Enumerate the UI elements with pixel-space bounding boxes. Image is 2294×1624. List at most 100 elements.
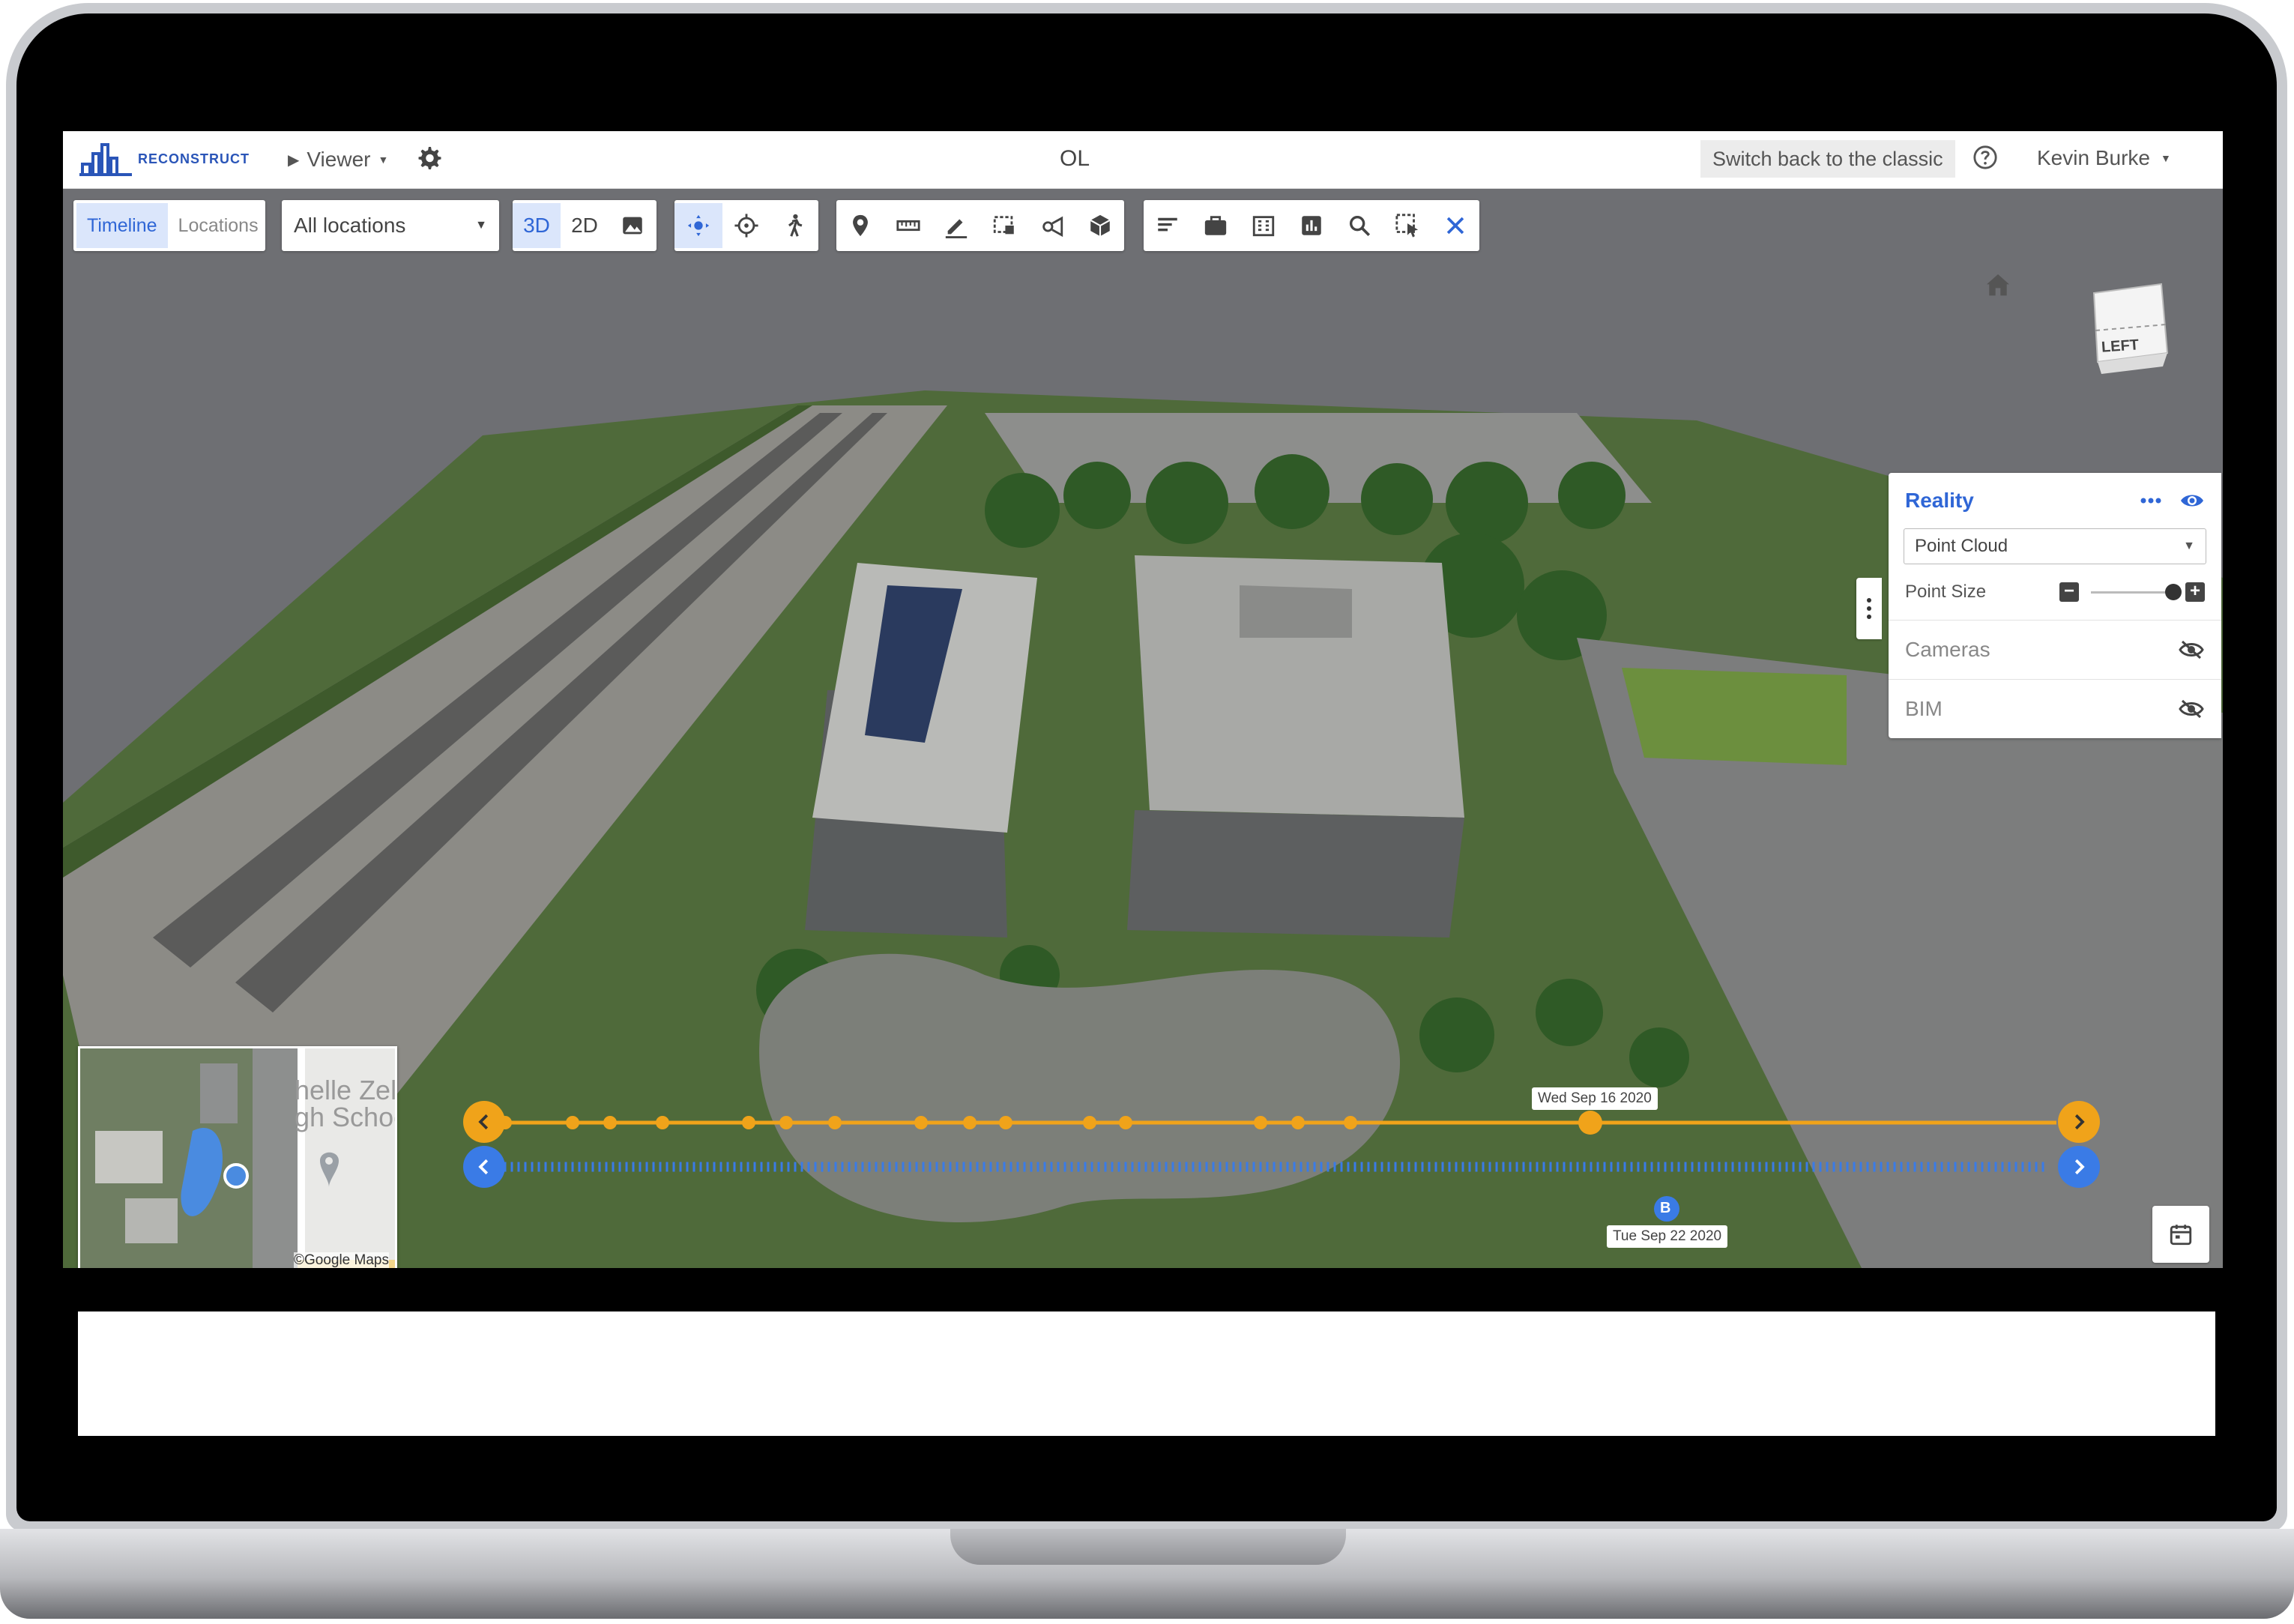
measure-tool-button[interactable] (884, 203, 932, 248)
chevron-left-icon (478, 1159, 489, 1175)
timeline-next-orange-button[interactable] (2058, 1101, 2100, 1143)
laptop-notch (950, 1529, 1346, 1565)
target-mode-button[interactable] (722, 203, 770, 248)
chevron-right-icon (2074, 1114, 2085, 1130)
calendar-icon (2170, 1225, 2192, 1246)
chevron-down-icon: ▼ (2183, 540, 2195, 552)
layer-row-bim[interactable]: BIM (1889, 680, 2221, 738)
minimap[interactable]: helle Zel gh Schoo ©Google Maps (78, 1046, 397, 1268)
image-icon (623, 217, 642, 235)
chevron-left-icon (478, 1114, 489, 1130)
user-name: Kevin Burke (2037, 146, 2150, 169)
view-mode-group: 3D 2D (513, 200, 656, 251)
point-cloud-scene[interactable]: LEFT Reality Point Cloud ▼ Point Size − … (63, 188, 2223, 1268)
point-size-slider[interactable] (2091, 583, 2182, 600)
pointer-select-icon (1395, 214, 1419, 238)
point-size-row: Point Size − + (1889, 564, 2221, 621)
area-tool-button[interactable] (980, 203, 1028, 248)
image-view-button[interactable] (609, 203, 656, 248)
eye-icon[interactable] (2179, 492, 2205, 510)
more-options-icon[interactable] (2140, 498, 2161, 504)
layer-row-cameras[interactable]: Cameras (1889, 621, 2221, 680)
view-3d-button[interactable]: 3D (513, 203, 561, 248)
app-logo[interactable]: RECONSTRUCT (79, 142, 250, 176)
eye-off-icon[interactable] (2178, 698, 2205, 719)
timeline-prev-blue-button[interactable] (463, 1146, 505, 1188)
pin-tool-button[interactable] (836, 203, 884, 248)
search-icon (1349, 215, 1371, 237)
view-2d-button[interactable]: 2D (561, 203, 609, 248)
camera-view-tool-button[interactable] (1028, 203, 1076, 248)
logo-icon (79, 143, 132, 176)
top-date-tag: Wed Sep 16 2020 (1532, 1087, 1658, 1110)
play-icon: ▶ (288, 151, 300, 169)
viewer-label: Viewer (307, 148, 371, 171)
map-credit: ©Google Maps (293, 1252, 389, 1268)
draw-tool-button[interactable] (932, 203, 980, 248)
eye-off-icon[interactable] (2178, 639, 2205, 660)
chevron-down-icon: ▼ (475, 219, 487, 232)
panel-header: Reality (1889, 473, 2221, 528)
calendar-button[interactable] (2152, 1206, 2209, 1263)
viewer-menu[interactable]: ▶ Viewer ▼ (288, 148, 388, 172)
chevron-down-icon: ▼ (2160, 152, 2171, 164)
layer-label: Cameras (1905, 638, 1990, 661)
list-tool-button[interactable] (1144, 203, 1192, 248)
report-tool-button[interactable] (1288, 203, 1335, 248)
switch-classic-button[interactable]: Switch back to the classic (1700, 140, 1955, 178)
plus-icon[interactable]: + (2185, 582, 2205, 602)
app-screen: LEFT Reality Point Cloud ▼ Point Size − … (63, 131, 2223, 1268)
select-tool-button[interactable] (1383, 203, 1431, 248)
close-tools-button[interactable] (1431, 203, 1479, 248)
cube-face-label: LEFT (2101, 336, 2140, 356)
compare-marker-label[interactable]: B (1660, 1200, 1670, 1217)
reality-type-select[interactable]: Point Cloud ▼ (1904, 528, 2206, 564)
orbit-icon (687, 214, 710, 237)
timeline-prev-orange-button[interactable] (463, 1101, 505, 1143)
gear-icon[interactable] (415, 145, 442, 172)
chevron-right-icon (2074, 1159, 2085, 1175)
slider-knob[interactable] (2165, 583, 2182, 600)
map-place-label: helle Zel gh Schoo (295, 1075, 397, 1132)
building-tool-button[interactable] (1240, 203, 1288, 248)
location-select-value: All locations (294, 214, 406, 237)
search-tool-button[interactable] (1335, 203, 1383, 248)
navigation-mode-group (674, 200, 818, 251)
cube-icon (2092, 283, 2169, 374)
list-icon (1158, 217, 1177, 232)
caption-bar (78, 1311, 2215, 1436)
crosshair-icon (734, 214, 758, 238)
orbit-mode-button[interactable] (674, 203, 722, 248)
home-icon[interactable] (1983, 271, 2013, 301)
building-icon (1252, 216, 1275, 237)
location-select[interactable]: All locations ▼ (282, 200, 499, 251)
view-cone-icon (1042, 216, 1063, 238)
vertical-dots-icon (1867, 598, 1871, 619)
walk-mode-button[interactable] (770, 203, 818, 248)
orientation-cube[interactable]: LEFT (2079, 278, 2176, 390)
bar-chart-icon (1302, 216, 1321, 235)
model-tool-button[interactable] (1076, 203, 1124, 248)
user-menu[interactable]: Kevin Burke ▼ (2037, 146, 2171, 170)
reality-panel: Reality Point Cloud ▼ Point Size − + Cam… (1889, 473, 2221, 738)
bottom-date-tag: Tue Sep 22 2020 (1607, 1225, 1728, 1248)
timeline-next-blue-button[interactable] (2058, 1146, 2100, 1188)
point-size-label: Point Size (1905, 582, 1987, 602)
help-icon[interactable] (1972, 145, 1998, 170)
annotation-tools-group (836, 200, 1124, 251)
close-icon (1446, 217, 1464, 235)
panel-drag-handle[interactable] (1856, 578, 1882, 639)
layer-label: BIM (1905, 697, 1943, 720)
logo-text: RECONSTRUCT (138, 151, 250, 166)
briefcase-icon (1204, 216, 1227, 235)
top-bar: RECONSTRUCT ▶ Viewer ▼ OL Switch back to… (63, 131, 2223, 189)
walk-icon (788, 214, 803, 237)
briefcase-tool-button[interactable] (1192, 203, 1240, 248)
chevron-down-icon: ▼ (378, 154, 389, 166)
project-title: OL (1060, 146, 1090, 171)
ruler-icon (896, 220, 920, 232)
area-select-icon (993, 216, 1014, 235)
minus-icon[interactable]: − (2059, 582, 2079, 602)
tab-locations[interactable]: Locations (168, 203, 269, 248)
tab-timeline[interactable]: Timeline (76, 203, 168, 248)
